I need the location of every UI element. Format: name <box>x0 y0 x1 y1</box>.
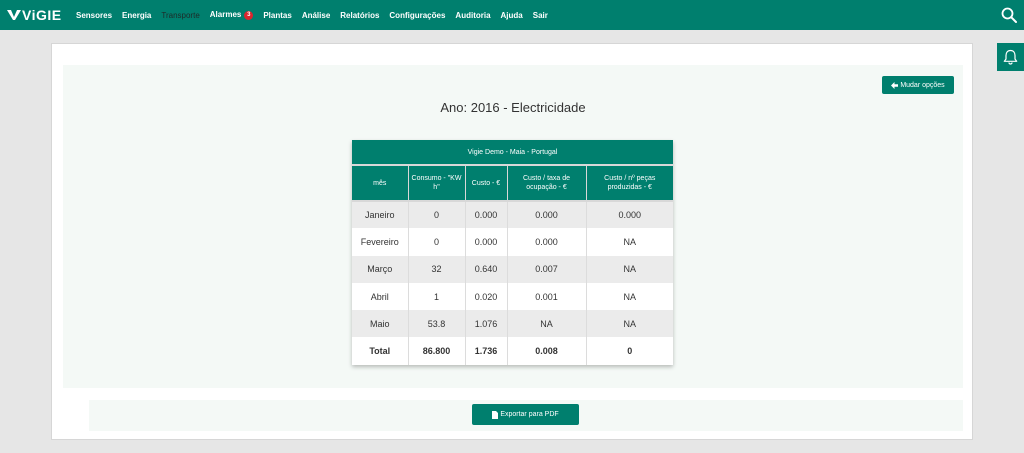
report-panel: Mudar opções Ano: 2016 - Electricidade V… <box>63 65 963 388</box>
nav-item-plantas[interactable]: Plantas <box>263 11 291 20</box>
total-cell: 0.008 <box>507 337 587 365</box>
column-header-consumo: Consumo - "KW h" <box>408 165 466 202</box>
change-options-button[interactable]: Mudar opções <box>882 76 954 94</box>
main-nav: Sensores Energia Transporte Alarmes 3 Pla… <box>76 10 558 20</box>
nav-item-configuracoes[interactable]: Configurações <box>389 11 445 20</box>
table-cell: 0.000 <box>465 228 508 256</box>
table-cell: 0.000 <box>507 201 587 229</box>
table-cell: 0.640 <box>465 255 508 283</box>
table-cell: NA <box>586 255 673 283</box>
vigie-logo-icon <box>7 10 21 20</box>
table-cell: 0 <box>408 228 466 256</box>
column-header-custo-taxa-ocupacao: Custo / taxa de ocupação - € <box>507 165 587 202</box>
page-title: Ano: 2016 - Electricidade <box>440 100 586 115</box>
report-card: Mudar opções Ano: 2016 - Electricidade V… <box>51 43 973 440</box>
table-cell: 0.001 <box>507 282 587 311</box>
table-cell: 0.000 <box>507 228 587 256</box>
export-panel: Exportar para PDF <box>89 400 963 431</box>
bell-icon <box>1003 49 1018 65</box>
table-cell: Abril <box>352 282 409 311</box>
export-pdf-button[interactable]: Exportar para PDF <box>472 404 579 425</box>
table-cell: 1 <box>408 282 466 311</box>
file-icon <box>492 410 499 419</box>
nav-item-analise[interactable]: Análise <box>302 11 330 20</box>
nav-item-alarmes[interactable]: Alarmes 3 <box>210 10 254 20</box>
table-cell: Março <box>352 255 409 283</box>
table-cell: NA <box>507 310 587 338</box>
table-cell: 0.007 <box>507 255 587 283</box>
nav-item-ajuda[interactable]: Ajuda <box>501 11 523 20</box>
total-cell: 0 <box>586 337 673 365</box>
table-cell: 53.8 <box>408 310 466 338</box>
table-cell: 1.076 <box>465 310 508 338</box>
table-cell: NA <box>586 310 673 338</box>
nav-item-sair[interactable]: Sair <box>533 11 548 20</box>
table-row: Fevereiro 0 0.000 0.000 NA <box>352 228 673 256</box>
total-cell: 86.800 <box>408 337 466 365</box>
table-row: Janeiro 0 0.000 0.000 0.000 <box>352 201 673 229</box>
total-cell: Total <box>352 337 409 365</box>
column-header-custo-pecas: Custo / nº peças produzidas - € <box>586 165 673 202</box>
table-row: Março 32 0.640 0.007 NA <box>352 255 673 283</box>
nav-item-transporte[interactable]: Transporte <box>161 11 199 20</box>
export-pdf-label: Exportar para PDF <box>500 411 559 418</box>
table-cell: NA <box>586 282 673 311</box>
nav-item-energia[interactable]: Energia <box>122 11 151 20</box>
table-total-row: Total 86.800 1.736 0.008 0 <box>352 337 673 365</box>
nav-item-alarmes-label: Alarmes <box>209 10 242 19</box>
brand-logo[interactable]: ViGIE <box>7 7 72 23</box>
table-cell: 0.000 <box>586 201 673 229</box>
table-cell: Fevereiro <box>352 228 409 256</box>
consumption-table: Vigie Demo - Maia - Portugal mês Consumo… <box>352 140 673 365</box>
table-row: Maio 53.8 1.076 NA NA <box>352 310 673 338</box>
column-header-mes: mês <box>352 165 409 202</box>
site-caption: Vigie Demo - Maia - Portugal <box>352 140 673 166</box>
nav-item-relatorios[interactable]: Relatórios <box>340 11 379 20</box>
notifications-tab[interactable] <box>997 43 1024 71</box>
table-cell: 0.020 <box>465 282 508 311</box>
top-navbar: ViGIE Sensores Energia Transporte Alarme… <box>0 0 1024 30</box>
table-cell: 0 <box>408 201 466 229</box>
alarm-count-badge: 3 <box>244 11 254 20</box>
table-cell: NA <box>586 228 673 256</box>
table-cell: 0.000 <box>465 201 508 229</box>
table-cell: Janeiro <box>352 201 409 229</box>
brand-name: ViGIE <box>22 7 62 23</box>
change-options-label: Mudar opções <box>900 81 945 89</box>
total-cell: 1.736 <box>465 337 508 365</box>
table-row: Abril 1 0.020 0.001 NA <box>352 282 673 311</box>
table-cell: 32 <box>408 255 466 283</box>
search-icon[interactable] <box>1001 7 1017 23</box>
nav-item-auditoria[interactable]: Auditoria <box>455 11 490 20</box>
column-header-custo: Custo - € <box>465 165 508 202</box>
table-cell: Maio <box>352 310 409 338</box>
arrow-left-icon <box>891 81 899 89</box>
nav-item-sensores[interactable]: Sensores <box>76 11 112 20</box>
